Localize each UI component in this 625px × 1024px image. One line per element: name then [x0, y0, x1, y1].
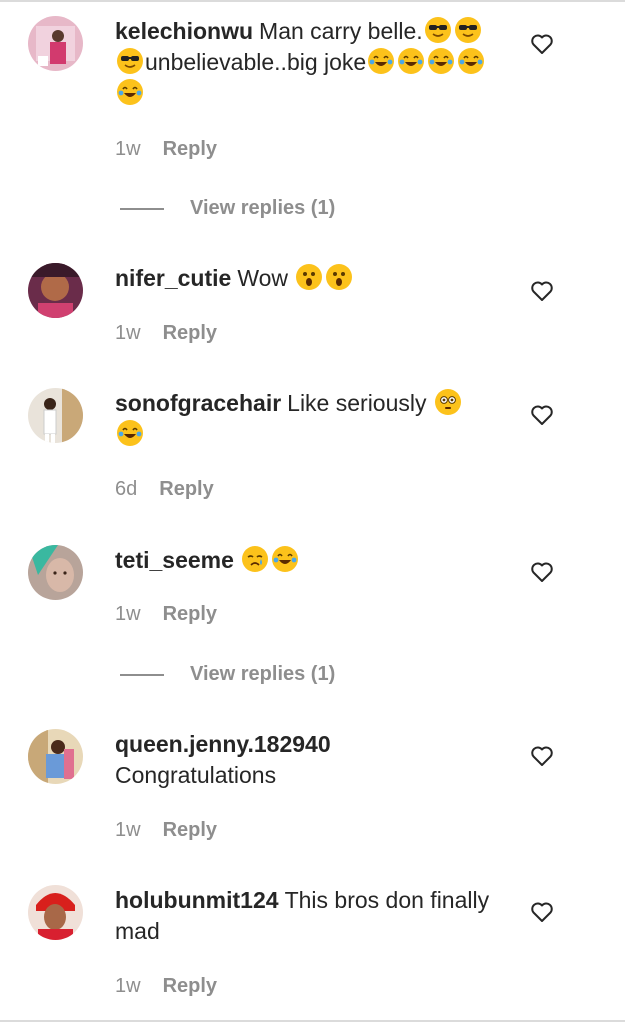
view-replies-button[interactable]: View replies (1): [120, 197, 335, 220]
like-heart-icon[interactable]: [530, 33, 554, 55]
comment-meta: 1w Reply: [115, 819, 217, 842]
tears-of-joy-emoji-icon: [117, 79, 143, 105]
timestamp: 1w: [115, 819, 141, 841]
timestamp: 1w: [115, 975, 141, 997]
avatar[interactable]: [28, 885, 83, 940]
comment-text: Man carry belle.: [259, 18, 423, 44]
comment-meta: 1w Reply: [115, 138, 217, 161]
comment-text: Like seriously: [287, 390, 427, 416]
view-replies-line: [120, 673, 164, 676]
avatar[interactable]: [28, 388, 83, 443]
comment-meta: 1w Reply: [115, 603, 217, 626]
bottom-divider: [0, 1020, 625, 1022]
reply-button[interactable]: Reply: [163, 322, 217, 344]
username[interactable]: holubunmit124: [115, 887, 279, 913]
username[interactable]: queen.jenny.182940: [115, 731, 331, 757]
sunglasses-emoji-icon: [117, 48, 143, 74]
astonished-emoji-icon: [326, 264, 353, 290]
crying-emoji-icon: [241, 546, 268, 572]
comment-body: teti_seeme: [115, 545, 515, 576]
tears-of-joy-emoji-icon: [368, 48, 395, 74]
username[interactable]: teti_seeme: [115, 547, 234, 573]
comment-body: sonofgracehair Like seriously: [115, 388, 515, 450]
tears-of-joy-emoji-icon: [271, 546, 298, 572]
tears-of-joy-emoji-icon: [117, 420, 143, 446]
reply-button[interactable]: Reply: [163, 138, 217, 160]
username[interactable]: sonofgracehair: [115, 390, 281, 416]
tears-of-joy-emoji-icon: [398, 48, 425, 74]
comment-body: nifer_cutie Wow: [115, 263, 515, 294]
avatar[interactable]: [28, 729, 83, 784]
comment-text: Congratulations: [115, 762, 277, 788]
like-heart-icon[interactable]: [530, 745, 554, 767]
username[interactable]: nifer_cutie: [115, 265, 231, 291]
avatar[interactable]: [28, 545, 83, 600]
like-heart-icon[interactable]: [530, 280, 554, 302]
comment-meta: 6d Reply: [115, 478, 214, 501]
comment-text: Wow: [237, 265, 289, 291]
view-replies-button[interactable]: View replies (1): [120, 663, 335, 686]
reply-button[interactable]: Reply: [163, 975, 217, 997]
like-heart-icon[interactable]: [530, 561, 554, 583]
reply-button[interactable]: Reply: [163, 603, 217, 625]
comment-body: queen.jenny.182940 Congratulations: [115, 729, 515, 791]
flushed-emoji-icon: [434, 389, 461, 415]
avatar[interactable]: [28, 263, 83, 318]
astonished-emoji-icon: [296, 264, 323, 290]
like-heart-icon[interactable]: [530, 901, 554, 923]
comment-meta: 1w Reply: [115, 975, 217, 998]
view-replies-label: View replies (1): [190, 663, 336, 685]
comment-body: holubunmit124 This bros don finally mad: [115, 885, 515, 947]
tears-of-joy-emoji-icon: [458, 48, 485, 74]
timestamp: 1w: [115, 138, 141, 160]
username[interactable]: kelechionwu: [115, 18, 253, 44]
sunglasses-emoji-icon: [454, 17, 481, 43]
like-heart-icon[interactable]: [530, 404, 554, 426]
avatar[interactable]: [28, 16, 83, 71]
top-divider: [0, 0, 625, 2]
view-replies-line: [120, 207, 164, 210]
reply-button[interactable]: Reply: [159, 478, 213, 500]
comment-body: kelechionwu Man carry belle. unbelievable.…: [115, 16, 515, 109]
comment-meta: 1w Reply: [115, 322, 217, 345]
timestamp: 1w: [115, 322, 141, 344]
timestamp: 1w: [115, 603, 141, 625]
comment-text-continued: unbelievable..big joke: [145, 49, 367, 75]
sunglasses-emoji-icon: [424, 17, 451, 43]
view-replies-label: View replies (1): [190, 197, 336, 219]
tears-of-joy-emoji-icon: [428, 48, 455, 74]
timestamp: 6d: [115, 478, 138, 500]
reply-button[interactable]: Reply: [163, 819, 217, 841]
